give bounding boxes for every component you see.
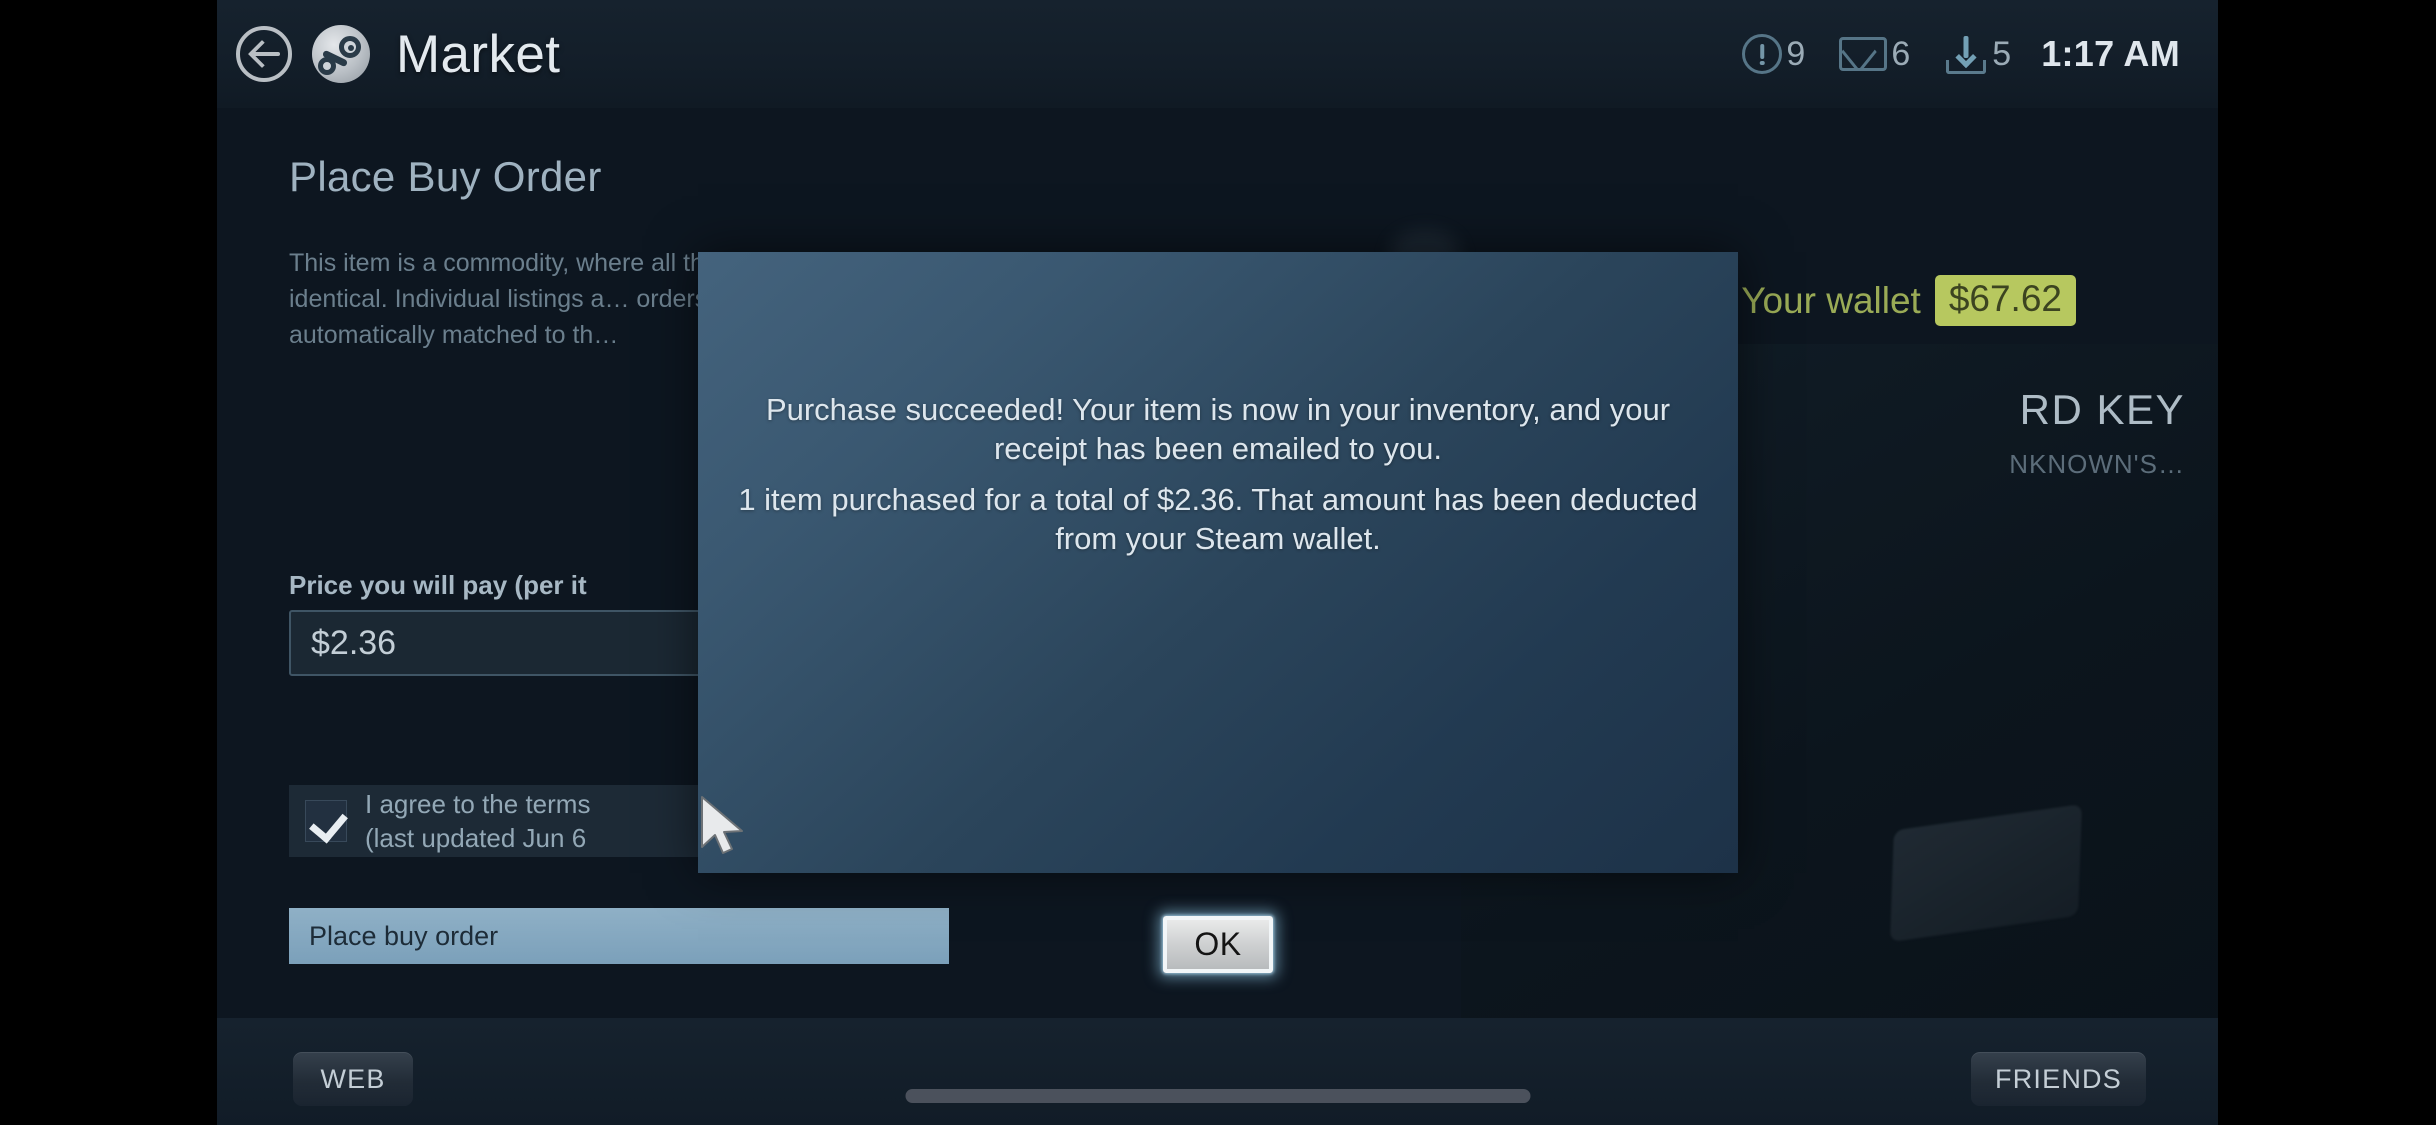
item-subtitle: NKNOWN'S… xyxy=(2009,449,2185,479)
steam-logo-ball xyxy=(318,57,336,75)
mail-count: 6 xyxy=(1891,34,1911,73)
mouse-cursor xyxy=(701,796,743,854)
steam-logo-ring xyxy=(339,36,361,58)
clock: 1:17 AM xyxy=(2041,33,2180,74)
item-artwork xyxy=(1889,803,2083,943)
ok-button[interactable]: OK xyxy=(1163,916,1273,973)
page-title: Market xyxy=(396,24,561,84)
home-indicator[interactable] xyxy=(905,1089,1530,1103)
mail-icon xyxy=(1839,37,1888,71)
dialog-message-primary: Purchase succeeded! Your item is now in … xyxy=(765,392,1671,466)
price-field-label: Price you will pay (per it xyxy=(289,570,587,600)
download-icon xyxy=(1944,34,1988,74)
wallet-display[interactable]: Your wallet $67.62 xyxy=(1741,275,2076,326)
terms-line-2: (last updated Jun 6 xyxy=(365,823,587,853)
header-bar: Market 9 6 5 1:17 AM xyxy=(217,0,2218,108)
wallet-label: Your wallet xyxy=(1741,279,1921,321)
download-count: 5 xyxy=(1992,34,2012,73)
header-status-group: 9 6 5 1:17 AM xyxy=(1708,33,2218,75)
buy-order-heading: Place Buy Order xyxy=(289,153,602,200)
steam-logo-icon[interactable] xyxy=(312,25,370,83)
terms-checkbox[interactable] xyxy=(305,800,347,842)
downloads-status[interactable]: 5 xyxy=(1944,34,2011,74)
header-left-group: Market xyxy=(217,24,560,85)
alerts-status[interactable]: 9 xyxy=(1742,34,1805,74)
screen: Market 9 6 5 1:17 AM Place Buy Order Thi… xyxy=(0,0,2436,1125)
item-title: RD KEY xyxy=(2019,386,2185,433)
alert-icon xyxy=(1742,34,1783,74)
friends-button[interactable]: FRIENDS xyxy=(1971,1052,2146,1106)
terms-line-1: I agree to the terms xyxy=(365,789,591,819)
alert-count: 9 xyxy=(1786,34,1806,73)
wallet-amount: $67.62 xyxy=(1934,275,2076,326)
dialog-message-secondary: 1 item purchased for a total of $2.36. T… xyxy=(738,482,1698,556)
purchase-confirmation-dialog: Purchase succeeded! Your item is now in … xyxy=(698,252,1738,973)
web-button[interactable]: WEB xyxy=(293,1052,413,1106)
place-buy-order-button[interactable]: Place buy order xyxy=(289,908,949,964)
steam-big-picture-app: Market 9 6 5 1:17 AM Place Buy Order Thi… xyxy=(217,0,2218,1125)
back-arrow-icon[interactable] xyxy=(236,26,292,82)
messages-status[interactable]: 6 xyxy=(1839,35,1910,74)
terms-label: I agree to the terms (last updated Jun 6 xyxy=(365,787,590,855)
bottom-bar: WEB FRIENDS xyxy=(217,1018,2218,1125)
